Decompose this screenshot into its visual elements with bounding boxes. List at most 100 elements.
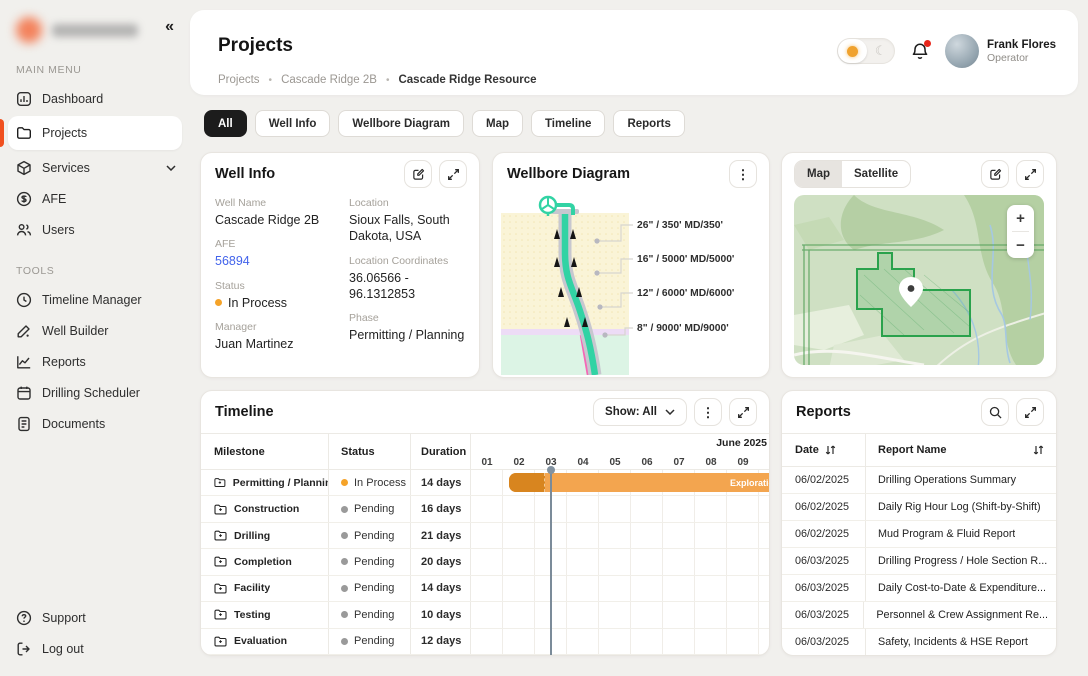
reports-expand-button[interactable]: [1016, 398, 1044, 426]
report-row[interactable]: 06/03/2025 Drilling Progress / Hole Sect…: [782, 548, 1056, 575]
gantt-row: Exploration: [471, 470, 769, 495]
map-toggle-satellite[interactable]: Satellite: [842, 161, 910, 187]
sidebar-item-services[interactable]: Services: [0, 152, 190, 183]
sidebar-item-afe[interactable]: AFE: [0, 183, 190, 214]
edit-button[interactable]: [404, 160, 432, 188]
casing-label-1: 26" / 350' MD/350': [637, 220, 723, 231]
milestone-row-construction[interactable]: Construction Pending 16 days: [201, 496, 769, 522]
day-label: 02: [503, 457, 535, 468]
sidebar-footer: Support Log out: [0, 602, 190, 664]
edit-map-button[interactable]: [981, 160, 1009, 188]
milestone-row-facility[interactable]: Facility Pending 14 days: [201, 576, 769, 602]
sidebar-item-projects[interactable]: Projects: [8, 116, 182, 150]
milestone-row-drilling[interactable]: Drilling Pending 21 days: [201, 523, 769, 549]
report-row[interactable]: 06/03/2025 Safety, Incidents & HSE Repor…: [782, 629, 1056, 655]
milestone-name: Evaluation: [234, 635, 287, 647]
report-row[interactable]: 06/02/2025 Mud Program & Fluid Report: [782, 521, 1056, 548]
tab-well-info[interactable]: Well Info: [255, 110, 331, 137]
milestone-duration: 14 days: [421, 477, 461, 489]
expand-icon: [1024, 168, 1037, 181]
status-dot: [341, 479, 348, 486]
timeline-expand-button[interactable]: [729, 398, 757, 426]
location-label: Location: [349, 197, 465, 209]
milestone-row-completion[interactable]: Completion Pending 20 days: [201, 549, 769, 575]
milestone-duration: 12 days: [421, 635, 461, 647]
milestone-duration: 20 days: [421, 556, 461, 568]
user-menu[interactable]: Frank Flores Operator: [945, 34, 1056, 68]
notifications-button[interactable]: [911, 42, 929, 61]
breadcrumb-separator: •: [269, 75, 273, 86]
phase-label: Phase: [349, 312, 465, 324]
sidebar-item-documents[interactable]: Documents: [0, 408, 190, 439]
afe-label: AFE: [215, 238, 337, 250]
coords-label: Location Coordinates: [349, 255, 465, 267]
theme-toggle[interactable]: ☾: [837, 38, 895, 64]
wellbore-title: Wellbore Diagram: [507, 166, 630, 182]
moon-icon: ☾: [867, 43, 894, 59]
help-circle-icon: [16, 610, 32, 626]
show-filter-dropdown[interactable]: Show: All: [593, 398, 687, 426]
gantt-row: [471, 576, 769, 601]
chevron-down-icon: [665, 409, 675, 415]
tab-wellbore-diagram[interactable]: Wellbore Diagram: [338, 110, 464, 137]
sidebar-item-reports[interactable]: Reports: [0, 346, 190, 377]
report-row[interactable]: 06/03/2025 Daily Cost-to-Date & Expendit…: [782, 575, 1056, 602]
day-label: 04: [567, 457, 599, 468]
expand-icon: [447, 168, 460, 181]
sidebar-item-dashboard[interactable]: Dashboard: [0, 83, 190, 114]
milestone-row-testing[interactable]: Testing Pending 10 days: [201, 602, 769, 628]
expand-button[interactable]: [439, 160, 467, 188]
milestone-row-evaluation[interactable]: Evaluation Pending 12 days: [201, 629, 769, 655]
expand-map-button[interactable]: [1016, 160, 1044, 188]
report-row[interactable]: 06/03/2025 Personnel & Crew Assignment R…: [782, 602, 1056, 629]
milestone-name: Testing: [234, 609, 271, 621]
col-date-sort[interactable]: Date: [782, 434, 866, 466]
sidebar-item-timeline-manager[interactable]: Timeline Manager: [0, 284, 190, 315]
report-date: 06/02/2025: [795, 474, 849, 486]
logo-mark-blurred: [16, 17, 42, 43]
report-row[interactable]: 06/02/2025 Drilling Operations Summary: [782, 467, 1056, 494]
afe-link[interactable]: 56894: [215, 253, 337, 269]
zoom-out-button[interactable]: −: [1007, 232, 1034, 258]
milestone-row-permitting[interactable]: Permitting / Planning In Process 14 days…: [201, 470, 769, 496]
tab-all[interactable]: All: [204, 110, 247, 137]
report-name: Mud Program & Fluid Report: [878, 528, 1015, 540]
more-options-button[interactable]: ⋮: [729, 160, 757, 188]
folder-plus-icon: [214, 583, 227, 594]
sidebar-item-label: AFE: [42, 192, 66, 206]
reports-card: Reports Date Report Name 06/02/2025 Dril…: [781, 390, 1057, 656]
sidebar-item-support[interactable]: Support: [0, 602, 190, 633]
breadcrumb-well[interactable]: Cascade Ridge 2B: [281, 74, 377, 86]
map-toggle-map[interactable]: Map: [795, 161, 842, 187]
sidebar-item-users[interactable]: Users: [0, 214, 190, 245]
sidebar: « MAIN MENU Dashboard Projects Services …: [0, 0, 190, 676]
milestone-status: In Process: [354, 477, 406, 489]
sidebar-item-label: Well Builder: [42, 324, 108, 338]
gantt-row: [471, 523, 769, 548]
timeline-table: Milestone Status Duration June 2025 01 0…: [201, 433, 769, 655]
report-name: Daily Rig Hour Log (Shift-by-Shift): [878, 501, 1041, 513]
folder-plus-icon: [214, 556, 227, 567]
sidebar-item-logout[interactable]: Log out: [0, 633, 190, 664]
zoom-in-button[interactable]: +: [1007, 205, 1034, 231]
folder-plus-icon: [214, 609, 227, 620]
user-name: Frank Flores: [987, 38, 1056, 52]
report-row[interactable]: 06/02/2025 Daily Rig Hour Log (Shift-by-…: [782, 494, 1056, 521]
map-canvas[interactable]: + −: [794, 195, 1044, 365]
timeline-more-button[interactable]: ⋮: [694, 398, 722, 426]
folder-plus-icon: [214, 504, 227, 515]
sidebar-item-well-builder[interactable]: Well Builder: [0, 315, 190, 346]
sidebar-item-label: Dashboard: [42, 92, 103, 106]
breadcrumb-projects[interactable]: Projects: [218, 74, 260, 86]
tab-reports[interactable]: Reports: [613, 110, 684, 137]
reports-search-button[interactable]: [981, 398, 1009, 426]
sidebar-collapse-icon[interactable]: «: [165, 18, 174, 36]
filter-tabs: All Well Info Wellbore Diagram Map Timel…: [204, 110, 685, 137]
col-name-sort[interactable]: Report Name: [866, 434, 1056, 466]
sidebar-item-label: Reports: [42, 355, 86, 369]
status-dot: [341, 611, 348, 618]
tab-timeline[interactable]: Timeline: [531, 110, 605, 137]
sidebar-item-drilling-scheduler[interactable]: Drilling Scheduler: [0, 377, 190, 408]
day-label: 01: [471, 457, 503, 468]
tab-map[interactable]: Map: [472, 110, 523, 137]
